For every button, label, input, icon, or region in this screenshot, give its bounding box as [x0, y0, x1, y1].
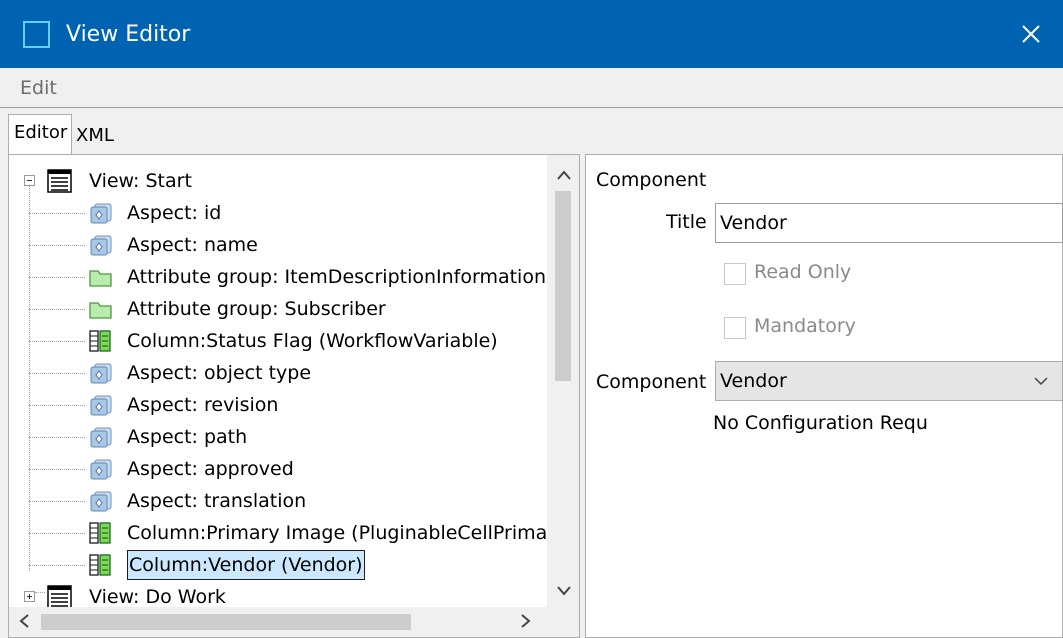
tab-xml[interactable]: XML [72, 120, 116, 154]
component-select[interactable]: Vendor [715, 361, 1063, 401]
tree-node-label: Column:Vendor (Vendor) [127, 550, 365, 580]
component-header: Component [596, 169, 707, 191]
app-window-icon [23, 21, 50, 48]
component-panel: Component Title Vendor Read Only Mandato… [585, 154, 1063, 638]
tree-node-label: Aspect: revision [127, 394, 279, 416]
view-icon [47, 585, 72, 607]
aspect-icon [88, 393, 113, 417]
tree-rows: View: Start Aspect: id Aspect: name Attrib… [9, 155, 547, 607]
tree-node-label: Aspect: approved [127, 458, 294, 480]
title-input[interactable]: Vendor [715, 203, 1063, 243]
column-icon [88, 553, 113, 577]
expand-toggle-icon[interactable] [24, 591, 35, 602]
tree-node-label: Aspect: object type [127, 362, 312, 384]
collapse-toggle-icon[interactable] [24, 175, 35, 186]
tree-node-label: Aspect: translation [127, 490, 307, 512]
tree-node[interactable]: Attribute group: Subscriber [9, 293, 547, 325]
tree-connector [29, 565, 85, 566]
tree-node[interactable]: Aspect: approved [9, 453, 547, 485]
tree-node-label: Aspect: path [127, 426, 248, 448]
tree-node-label: Column:Status Flag (WorkflowVariable) [127, 330, 498, 352]
scroll-down-icon[interactable] [557, 583, 571, 599]
menu-edit[interactable]: Edit [20, 77, 57, 99]
folder-icon [88, 265, 113, 289]
close-button[interactable] [999, 0, 1063, 68]
tree-node-label: View: Start [89, 170, 192, 192]
vertical-scroll-thumb[interactable] [555, 191, 571, 381]
tree-connector [29, 213, 85, 214]
tree-connector [29, 533, 85, 534]
column-icon [88, 329, 113, 353]
view-tree: View: Start Aspect: id Aspect: name Attrib… [8, 154, 580, 638]
horizontal-scroll-thumb[interactable] [41, 614, 411, 630]
tree-node[interactable]: Attribute group: ItemDescriptionInformat… [9, 261, 547, 293]
aspect-icon [88, 489, 113, 513]
folder-icon [88, 297, 113, 321]
no-config-text: No Configuration Required [713, 412, 927, 434]
tree-node[interactable]: Aspect: name [9, 229, 547, 261]
scroll-corner [547, 607, 579, 637]
aspect-icon [88, 425, 113, 449]
tree-node-label: Aspect: id [127, 202, 222, 224]
tree-node-label: Aspect: name [127, 234, 258, 256]
window-title: View Editor [66, 22, 191, 47]
column-icon [88, 521, 113, 545]
tree-node[interactable]: Aspect: id [9, 197, 547, 229]
read-only-label: Read Only [754, 261, 852, 283]
tree-node[interactable]: Aspect: translation [9, 485, 547, 517]
tree-node-view-start[interactable]: View: Start [9, 165, 547, 197]
scroll-left-icon[interactable] [19, 614, 29, 631]
title-label: Title [666, 211, 707, 233]
tree-node[interactable]: Column:Primary Image (PluginableCellPrim… [9, 517, 547, 549]
aspect-icon [88, 457, 113, 481]
view-icon [47, 169, 72, 193]
chevron-down-icon [1034, 362, 1048, 414]
read-only-checkbox[interactable] [724, 263, 746, 285]
tree-node-view-do-work[interactable]: View: Do Work [9, 581, 547, 607]
close-icon [1022, 25, 1040, 43]
aspect-icon [88, 201, 113, 225]
tree-connector [29, 277, 85, 278]
aspect-icon [88, 361, 113, 385]
tree-node-label: Column:Primary Image (PluginableCellPrim… [127, 522, 547, 544]
tree-node[interactable]: Aspect: object type [9, 357, 547, 389]
menu-bar: Edit [0, 68, 1063, 108]
tree-node[interactable]: Aspect: revision [9, 389, 547, 421]
title-bar: View Editor [0, 0, 1063, 68]
scroll-up-icon[interactable] [557, 167, 571, 183]
tree-node[interactable]: Column:Status Flag (WorkflowVariable) [9, 325, 547, 357]
tree-node[interactable]: Aspect: path [9, 421, 547, 453]
component-select-value: Vendor [720, 370, 787, 392]
tree-node-selected[interactable]: Column:Vendor (Vendor) [9, 549, 547, 581]
horizontal-scrollbar[interactable] [9, 607, 547, 637]
tree-node-label: Attribute group: Subscriber [127, 298, 386, 320]
component-label: Component [596, 371, 707, 393]
tree-connector [29, 373, 85, 374]
tree-node-label: View: Do Work [89, 586, 226, 607]
tree-connector [29, 341, 85, 342]
tree-connector [29, 501, 85, 502]
vertical-scrollbar[interactable] [547, 155, 579, 607]
tree-connector [29, 245, 85, 246]
tree-connector [29, 309, 85, 310]
scroll-right-icon[interactable] [521, 614, 531, 631]
aspect-icon [88, 233, 113, 257]
tab-editor[interactable]: Editor [8, 114, 72, 154]
tree-connector [29, 437, 85, 438]
tree-connector [29, 469, 85, 470]
mandatory-checkbox[interactable] [724, 317, 746, 339]
tree-connector [29, 405, 85, 406]
mandatory-label: Mandatory [754, 315, 856, 337]
tree-node-label: Attribute group: ItemDescriptionInformat… [127, 266, 547, 288]
